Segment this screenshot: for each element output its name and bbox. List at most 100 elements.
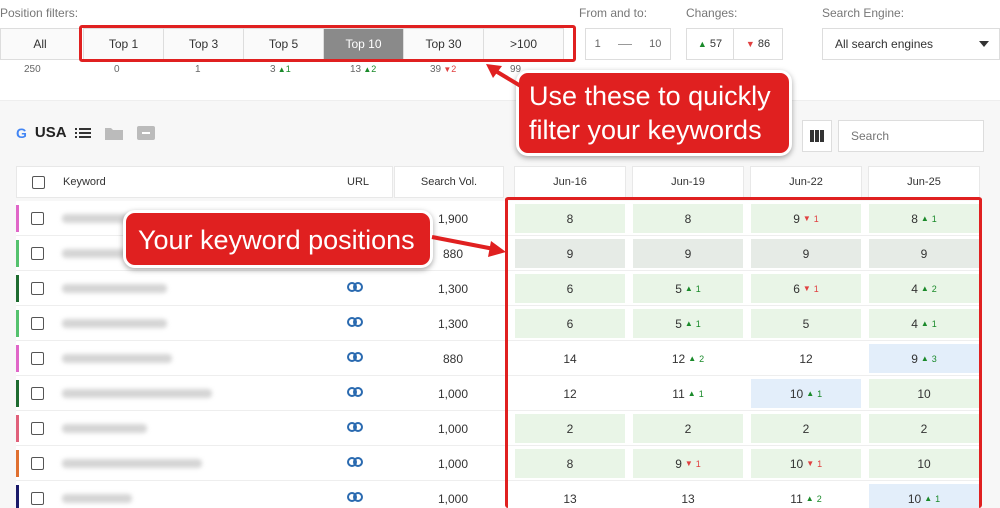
date-header[interactable]: Jun-19 [632,166,744,198]
filter-count-delta: 1 [285,64,291,74]
link-icon[interactable] [347,490,363,506]
search-volume: 1,300 [437,281,469,296]
from-to-label: From and to: [579,6,648,20]
filter-callout-line1: Use these to quickly [529,81,771,111]
filter-count: 3 ▲1 [270,64,291,75]
filter-count-delta: 2 [451,64,457,74]
list-icon[interactable] [74,126,91,140]
position-range: 1 10 [585,28,671,60]
filter-count-value: 0 [114,64,120,75]
date-header[interactable]: Jun-16 [514,166,626,198]
range-from-input[interactable]: 1 [595,38,601,50]
link-icon[interactable] [347,385,363,401]
positions-highlight-box [505,197,982,508]
keyword-blurred[interactable] [62,459,202,468]
panel-header: G USA [16,124,155,141]
volume-header[interactable]: Search Vol. [394,166,504,198]
row-checkbox[interactable] [31,457,44,470]
row-color-bar [16,205,19,232]
keyword-header[interactable]: Keyword [63,176,106,188]
filter-callout-arrow [486,64,526,90]
row-color-bar [16,380,19,407]
filter-callout-line2: filter your keywords [529,115,762,145]
link-icon[interactable] [347,350,363,366]
row-color-bar [16,310,19,337]
row-checkbox[interactable] [31,247,44,260]
google-icon: G [16,124,27,141]
row-color-bar [16,415,19,442]
row-checkbox[interactable] [31,422,44,435]
filter-count-value: 13 [350,64,362,75]
link-icon[interactable] [347,280,363,296]
keyword-blurred[interactable] [62,319,167,328]
row-color-bar [16,345,19,372]
columns-button[interactable] [802,120,832,152]
search-volume: 1,000 [437,456,469,471]
row-checkbox[interactable] [31,212,44,225]
link-icon[interactable] [347,420,363,436]
filter-highlight-box [79,25,576,62]
changes-up-button[interactable]: ▲ 57 [686,28,734,60]
search-engine-select[interactable]: All search engines [822,28,1000,60]
country-label: USA [34,124,67,141]
chevron-down-icon [979,41,989,47]
filter-callout: Use these to quickly filter your keyword… [516,70,792,156]
range-separator [617,43,632,45]
changes-up-count: 57 [709,38,723,50]
arrow-down-icon: ▼ [441,65,452,74]
link-icon[interactable] [347,315,363,331]
position-filters-label: Position filters: [0,6,79,20]
row-checkbox[interactable] [31,387,44,400]
filter-count: 39 ▼2 [430,64,456,75]
changes-label: Changes: [686,6,738,20]
row-color-bar [16,450,19,477]
row-checkbox[interactable] [31,352,44,365]
filter-count: 13 ▲2 [350,64,376,75]
table-header-keyword-cell: Keyword URL [16,166,393,198]
date-header[interactable]: Jun-25 [868,166,980,198]
search-engine-label: Search Engine: [822,6,905,20]
row-checkbox[interactable] [31,492,44,505]
keyword-blurred[interactable] [62,284,167,293]
arrow-up-icon: ▲ [697,39,707,49]
positions-callout: Your keyword positions [123,210,433,268]
filter-count-value: 1 [195,64,201,75]
link-icon[interactable] [347,455,363,471]
changes-down-button[interactable]: ▼ 86 [733,28,783,60]
row-color-bar [16,240,19,267]
date-header[interactable]: Jun-22 [750,166,862,198]
keyword-blurred[interactable] [62,354,172,363]
keyword-blurred[interactable] [62,424,147,433]
filter-count: 0 [114,64,120,75]
keyword-blurred[interactable] [62,494,132,503]
select-all-checkbox[interactable] [32,176,45,189]
search-volume: 1,000 [437,421,469,436]
arrow-up-icon: ▲ [275,65,286,74]
keyword-blurred[interactable] [62,389,212,398]
link-group-icon[interactable] [136,125,155,140]
filter-count-value: 250 [24,64,41,75]
filter-count-value: 39 [430,64,442,75]
filter-all-button[interactable]: All [0,28,80,60]
range-to-input[interactable]: 10 [649,38,661,50]
row-color-bar [16,275,19,302]
keyword-blurred[interactable] [62,249,132,258]
url-header[interactable]: URL [347,176,369,188]
changes-down-count: 86 [757,38,771,50]
search-volume: 1,000 [437,491,469,506]
positions-callout-arrow [431,235,506,257]
filter-count: 1 [195,64,201,75]
folder-icon[interactable] [104,126,123,140]
filter-count-delta: 2 [371,64,377,74]
search-engine-value: All search engines [835,37,934,51]
search-input[interactable] [838,120,984,152]
arrow-down-icon: ▼ [745,39,755,49]
row-color-bar [16,485,19,508]
row-checkbox[interactable] [31,282,44,295]
search-volume: 1,300 [437,316,469,331]
filter-count: 250 [24,64,41,75]
arrow-up-icon: ▲ [361,65,372,74]
search-volume: 880 [442,351,464,366]
columns-icon [810,130,824,142]
row-checkbox[interactable] [31,317,44,330]
